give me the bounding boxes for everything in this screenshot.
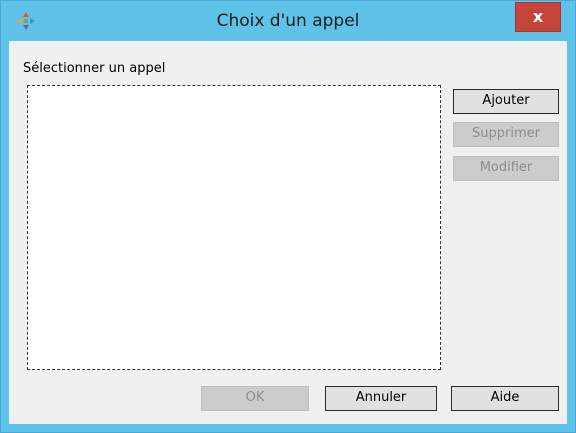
close-button[interactable]: x bbox=[515, 2, 561, 32]
cancel-button[interactable]: Annuler bbox=[325, 386, 437, 411]
window-title: Choix d'un appel bbox=[216, 11, 360, 31]
select-call-label: Sélectionner un appel bbox=[23, 61, 166, 76]
title-bar[interactable]: Choix d'un appel x bbox=[1, 1, 575, 41]
help-button[interactable]: Aide bbox=[451, 386, 559, 411]
remove-button[interactable]: Supprimer bbox=[453, 122, 559, 147]
edit-button[interactable]: Modifier bbox=[453, 156, 559, 181]
dialog-body: Sélectionner un appel Ajouter Supprimer … bbox=[9, 41, 567, 424]
add-button[interactable]: Ajouter bbox=[453, 89, 559, 114]
close-icon: x bbox=[532, 7, 544, 26]
dialog-window: Choix d'un appel x Sélectionner un appel… bbox=[0, 0, 576, 433]
call-listbox[interactable] bbox=[27, 85, 441, 370]
ok-button[interactable]: OK bbox=[201, 386, 309, 411]
